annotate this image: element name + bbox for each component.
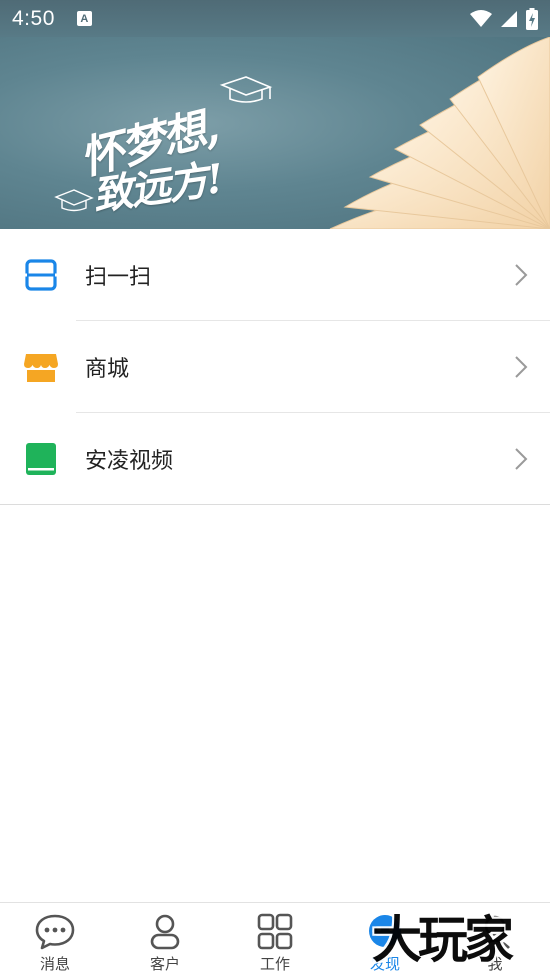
watermark: 大玩家 xyxy=(372,910,514,969)
menu-item-scan[interactable]: 扫一扫 xyxy=(0,229,550,321)
chevron-right-icon xyxy=(515,264,528,286)
nav-tab-customers[interactable]: 客户 xyxy=(110,903,220,979)
menu-item-label: 扫一扫 xyxy=(85,265,152,290)
battery-icon xyxy=(526,7,538,30)
status-notification-icon: A xyxy=(76,11,92,26)
grid-icon xyxy=(257,913,293,950)
user-icon xyxy=(150,914,180,950)
chat-icon xyxy=(35,914,75,950)
menu-item-shop[interactable]: 商城 xyxy=(0,321,550,413)
chevron-right-icon xyxy=(515,356,528,378)
divider xyxy=(0,504,550,505)
banner-image[interactable]: 怀梦想, 致远方! xyxy=(0,37,550,229)
menu-item-video[interactable]: 安凌视频 xyxy=(0,413,550,505)
graduation-cap-icon xyxy=(219,76,273,103)
nav-label: 消息 xyxy=(39,955,70,973)
nav-tab-work[interactable]: 工作 xyxy=(220,903,330,979)
wifi-icon xyxy=(470,9,492,27)
status-bar: 4:50 A xyxy=(0,0,550,37)
menu-item-label: 商城 xyxy=(85,357,130,382)
discover-menu-list: 扫一扫 商城 安凌视频 xyxy=(0,229,550,505)
menu-item-label: 安凌视频 xyxy=(85,449,174,474)
shop-icon xyxy=(24,354,58,382)
book-icon xyxy=(26,443,56,475)
signal-icon xyxy=(501,10,517,27)
nav-label: 工作 xyxy=(259,955,290,973)
status-time: 4:50 xyxy=(12,6,55,30)
status-right xyxy=(470,7,538,30)
graduation-cap-icon xyxy=(54,189,94,212)
chevron-right-icon xyxy=(515,448,528,470)
nav-tab-messages[interactable]: 消息 xyxy=(0,903,110,979)
scan-icon xyxy=(24,259,58,291)
nav-label: 客户 xyxy=(149,955,180,973)
